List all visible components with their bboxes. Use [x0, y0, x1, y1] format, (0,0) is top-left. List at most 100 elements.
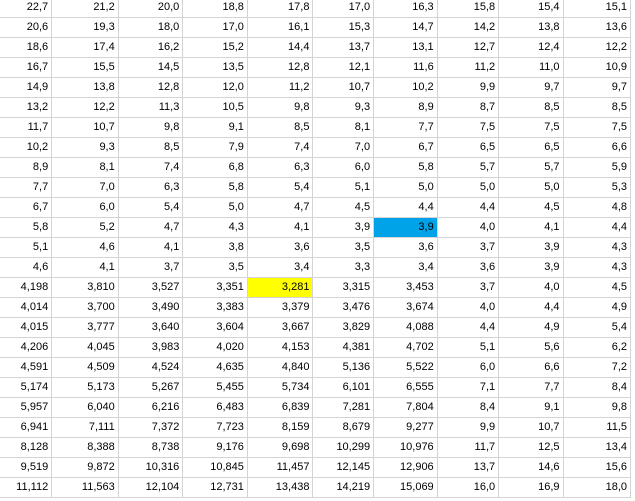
cell-r12-c2[interactable]: 5,2 [51, 217, 119, 238]
cell-r15-c6[interactable]: 3,315 [312, 277, 375, 298]
cell-r17-c5[interactable]: 3,667 [247, 317, 314, 338]
cell-r19-c2[interactable]: 4,509 [51, 357, 119, 378]
cell-r4-c8[interactable]: 11,2 [437, 57, 500, 78]
cell-r19-c8[interactable]: 6,0 [437, 357, 500, 378]
cell-r15-c9[interactable]: 4,0 [498, 277, 564, 298]
cell-r21-c8[interactable]: 8,4 [437, 397, 500, 418]
cell-r5-c3[interactable]: 12,8 [118, 77, 184, 98]
cell-r7-c10[interactable]: 7,5 [563, 117, 632, 138]
cell-r7-c1[interactable]: 11,7 [0, 117, 53, 138]
cell-r2-c3[interactable]: 18,0 [118, 17, 184, 38]
cell-r14-c2[interactable]: 4,1 [51, 257, 119, 278]
cell-r22-c1[interactable]: 6,941 [0, 417, 53, 438]
cell-r6-c5[interactable]: 9,8 [247, 97, 314, 118]
cell-r7-c9[interactable]: 7,5 [498, 117, 564, 138]
cell-r8-c1[interactable]: 10,2 [0, 137, 53, 158]
cell-r24-c8[interactable]: 13,7 [437, 457, 500, 478]
cell-r7-c2[interactable]: 10,7 [51, 117, 119, 138]
cell-r17-c9[interactable]: 4,9 [498, 317, 564, 338]
cell-r17-c1[interactable]: 4,015 [0, 317, 53, 338]
cell-r18-c4[interactable]: 4,020 [182, 337, 248, 358]
cell-r19-c4[interactable]: 4,635 [182, 357, 248, 378]
cell-r1-c8[interactable]: 15,8 [437, 0, 500, 18]
cell-r5-c7[interactable]: 10,2 [373, 77, 438, 98]
cell-r4-c5[interactable]: 12,8 [247, 57, 314, 78]
cell-r1-c9[interactable]: 15,4 [498, 0, 564, 18]
cell-r13-c3[interactable]: 4,1 [118, 237, 184, 258]
cell-r24-c9[interactable]: 14,6 [498, 457, 564, 478]
cell-r16-c4[interactable]: 3,383 [182, 297, 248, 318]
cell-r3-c9[interactable]: 12,4 [498, 37, 564, 58]
cell-r25-c6[interactable]: 14,219 [312, 477, 375, 498]
cell-r23-c9[interactable]: 12,5 [498, 437, 564, 458]
cell-r7-c6[interactable]: 8,1 [312, 117, 375, 138]
cell-r19-c10[interactable]: 7,2 [563, 357, 632, 378]
cell-r18-c6[interactable]: 4,381 [312, 337, 375, 358]
cell-r24-c3[interactable]: 10,316 [118, 457, 184, 478]
cell-r16-c10[interactable]: 4,9 [563, 297, 632, 318]
cell-r9-c9[interactable]: 5,7 [498, 157, 564, 178]
cell-r8-c10[interactable]: 6,6 [563, 137, 632, 158]
cell-r4-c9[interactable]: 11,0 [498, 57, 564, 78]
cell-r4-c10[interactable]: 10,9 [563, 57, 632, 78]
cell-r2-c1[interactable]: 20,6 [0, 17, 53, 38]
cell-r20-c5[interactable]: 5,734 [247, 377, 314, 398]
cell-r17-c10[interactable]: 5,4 [563, 317, 632, 338]
cell-r14-c10[interactable]: 4,3 [563, 257, 632, 278]
cell-r4-c6[interactable]: 12,1 [312, 57, 375, 78]
cell-r5-c8[interactable]: 9,9 [437, 77, 500, 98]
cell-r14-c1[interactable]: 4,6 [0, 257, 53, 278]
cell-r6-c6[interactable]: 9,3 [312, 97, 375, 118]
cell-r20-c6[interactable]: 6,101 [312, 377, 375, 398]
cell-r8-c6[interactable]: 7,0 [312, 137, 375, 158]
cell-r3-c3[interactable]: 16,2 [118, 37, 184, 58]
cell-r1-c3[interactable]: 20,0 [118, 0, 184, 18]
cell-r4-c3[interactable]: 14,5 [118, 57, 184, 78]
cell-r17-c7[interactable]: 4,088 [373, 317, 438, 338]
cell-r15-c7[interactable]: 3,453 [373, 277, 438, 298]
cell-r18-c9[interactable]: 5,6 [498, 337, 564, 358]
highlighted-cell-yellow[interactable]: 3,281 [247, 277, 314, 298]
cell-r22-c4[interactable]: 7,723 [182, 417, 248, 438]
cell-r11-c1[interactable]: 6,7 [0, 197, 53, 218]
cell-r16-c7[interactable]: 3,674 [373, 297, 438, 318]
cell-r18-c7[interactable]: 4,702 [373, 337, 438, 358]
highlighted-cell-blue[interactable]: 3,9 [373, 217, 438, 238]
cell-r12-c4[interactable]: 4,3 [182, 217, 248, 238]
cell-r12-c1[interactable]: 5,8 [0, 217, 53, 238]
cell-r13-c8[interactable]: 3,7 [437, 237, 500, 258]
cell-r21-c5[interactable]: 6,839 [247, 397, 314, 418]
cell-r1-c10[interactable]: 15,1 [563, 0, 632, 18]
cell-r17-c4[interactable]: 3,604 [182, 317, 248, 338]
cell-r22-c8[interactable]: 9,9 [437, 417, 500, 438]
cell-r11-c10[interactable]: 4,8 [563, 197, 632, 218]
cell-r6-c8[interactable]: 8,7 [437, 97, 500, 118]
cell-r16-c6[interactable]: 3,476 [312, 297, 375, 318]
cell-r4-c4[interactable]: 13,5 [182, 57, 248, 78]
cell-r23-c3[interactable]: 8,738 [118, 437, 184, 458]
cell-r20-c2[interactable]: 5,173 [51, 377, 119, 398]
cell-r23-c4[interactable]: 9,176 [182, 437, 248, 458]
cell-r3-c1[interactable]: 18,6 [0, 37, 53, 58]
cell-r19-c6[interactable]: 5,136 [312, 357, 375, 378]
cell-r8-c8[interactable]: 6,5 [437, 137, 500, 158]
cell-r24-c10[interactable]: 15,6 [563, 457, 632, 478]
cell-r2-c6[interactable]: 15,3 [312, 17, 375, 38]
cell-r23-c7[interactable]: 10,976 [373, 437, 438, 458]
cell-r9-c10[interactable]: 5,9 [563, 157, 632, 178]
cell-r25-c4[interactable]: 12,731 [182, 477, 248, 498]
cell-r10-c10[interactable]: 5,3 [563, 177, 632, 198]
cell-r3-c7[interactable]: 13,1 [373, 37, 438, 58]
cell-r15-c4[interactable]: 3,351 [182, 277, 248, 298]
cell-r13-c7[interactable]: 3,6 [373, 237, 438, 258]
cell-r24-c6[interactable]: 12,145 [312, 457, 375, 478]
cell-r18-c8[interactable]: 5,1 [437, 337, 500, 358]
cell-r14-c4[interactable]: 3,5 [182, 257, 248, 278]
cell-r20-c1[interactable]: 5,174 [0, 377, 53, 398]
cell-r18-c10[interactable]: 6,2 [563, 337, 632, 358]
cell-r10-c3[interactable]: 6,3 [118, 177, 184, 198]
cell-r10-c6[interactable]: 5,1 [312, 177, 375, 198]
cell-r13-c2[interactable]: 4,6 [51, 237, 119, 258]
cell-r23-c10[interactable]: 13,4 [563, 437, 632, 458]
cell-r21-c2[interactable]: 6,040 [51, 397, 119, 418]
